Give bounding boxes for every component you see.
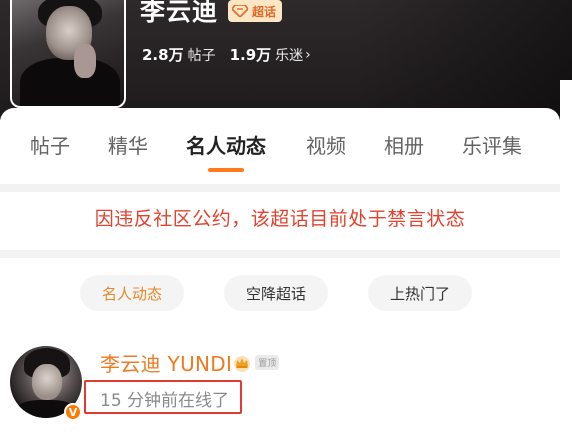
tab-albums[interactable]: 相册 [384, 130, 424, 159]
post-author-row: 李云迪 YUNDI 置顶 [100, 348, 280, 377]
diamond-icon [232, 5, 249, 17]
divider [0, 184, 560, 192]
post-tag: 置顶 [255, 355, 280, 370]
cover-photo[interactable] [10, 0, 126, 108]
post-author-name[interactable]: 李云迪 YUNDI [100, 348, 232, 377]
topic-title-row: 李云迪 超话 [140, 0, 283, 28]
divider [0, 250, 560, 258]
tab-videos[interactable]: 视频 [306, 130, 346, 159]
active-tab-indicator [208, 168, 244, 172]
topic-name: 李云迪 [140, 0, 219, 26]
filter-celebrity-updates[interactable]: 名人动态 [80, 275, 184, 311]
posts-label: 帖子 [187, 47, 216, 64]
super-topic-badge[interactable]: 超话 [228, 0, 283, 22]
tab-reviews[interactable]: 乐评集 [462, 130, 522, 159]
fans-count[interactable]: 1.9万 [230, 44, 272, 65]
posts-count: 2.8万 [142, 46, 184, 64]
topic-stats: 2.8万 帖子 1.9万 乐迷 › [142, 44, 311, 65]
tab-featured[interactable]: 精华 [108, 130, 148, 159]
super-topic-badge-label: 超话 [252, 4, 277, 19]
filter-airdrop[interactable]: 空降超话 [224, 275, 328, 311]
verified-icon: V [64, 403, 82, 421]
filter-trending[interactable]: 上热门了 [368, 275, 472, 311]
online-status: 15 分钟前在线了 [100, 391, 230, 411]
fans-label[interactable]: 乐迷 [275, 45, 303, 65]
tab-celebrity-updates[interactable]: 名人动态 [186, 130, 266, 159]
chevron-right-icon[interactable]: › [305, 47, 311, 63]
crown-icon [234, 355, 251, 372]
tab-posts[interactable]: 帖子 [30, 130, 70, 159]
ban-notice: 因违反社区公约，该超话目前处于禁言状态 [94, 208, 466, 230]
